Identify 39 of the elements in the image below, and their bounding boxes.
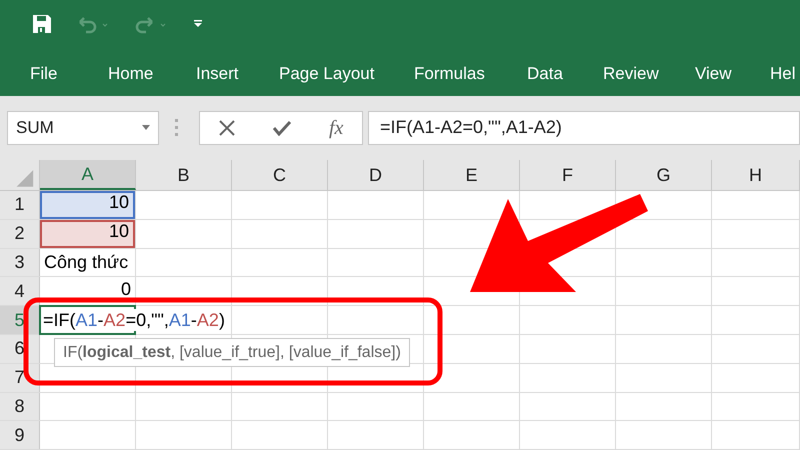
column-header[interactable]: C — [232, 160, 328, 190]
cancel-icon[interactable] — [218, 120, 235, 136]
arrow-icon — [468, 193, 650, 294]
column-header[interactable]: E — [424, 160, 520, 190]
customize-icon[interactable] — [192, 18, 204, 30]
ribbon-tab[interactable]: Formulas — [414, 61, 485, 86]
table-cell-text: 0 — [120, 278, 132, 301]
dropdown-icon — [142, 125, 150, 130]
column-header[interactable]: D — [328, 160, 424, 190]
save-icon[interactable] — [32, 14, 52, 34]
column-header[interactable]: A — [40, 160, 136, 190]
row-header[interactable]: 2 — [0, 220, 40, 248]
row-header[interactable]: 3 — [0, 248, 40, 276]
column-header[interactable]: F — [520, 160, 616, 190]
row-header[interactable]: 4 — [0, 277, 40, 306]
table-cell: 10 — [40, 191, 135, 219]
row-header[interactable]: 9 — [0, 421, 40, 450]
name-box[interactable]: SUM — [7, 110, 159, 144]
cell-formula: =IF(A1-A2=0,"",A1-A2) — [43, 309, 225, 332]
table-cell-text: Công thức — [43, 250, 130, 274]
row-header[interactable]: 1 — [0, 191, 40, 219]
table-cell: 10 — [40, 220, 135, 248]
ribbon-tab[interactable]: Home — [108, 61, 154, 86]
ribbon-tab[interactable]: View — [695, 61, 732, 86]
check-icon[interactable] — [272, 120, 292, 136]
grip-icon — [175, 118, 179, 136]
ribbon-tab[interactable]: File — [30, 61, 58, 86]
row-header[interactable]: 8 — [0, 392, 40, 420]
insert-function-button[interactable]: fx — [328, 112, 344, 142]
formula-field[interactable]: =IF(A1-A2=0,"",A1-A2) — [368, 110, 800, 144]
ribbon-tab[interactable]: Insert — [196, 61, 239, 86]
function-tooltip: IF(logical_test, [value_if_true], [value_if_false]) — [54, 338, 410, 368]
ribbon-tab[interactable]: Hel — [770, 61, 796, 86]
column-header[interactable]: H — [712, 160, 800, 190]
column-header[interactable]: G — [616, 160, 712, 190]
ribbon-tab[interactable]: Review — [603, 61, 659, 86]
ribbon-tab[interactable]: Data — [527, 61, 563, 86]
ribbon-tab[interactable]: Page Layout — [279, 61, 374, 86]
column-header[interactable]: B — [136, 160, 232, 190]
